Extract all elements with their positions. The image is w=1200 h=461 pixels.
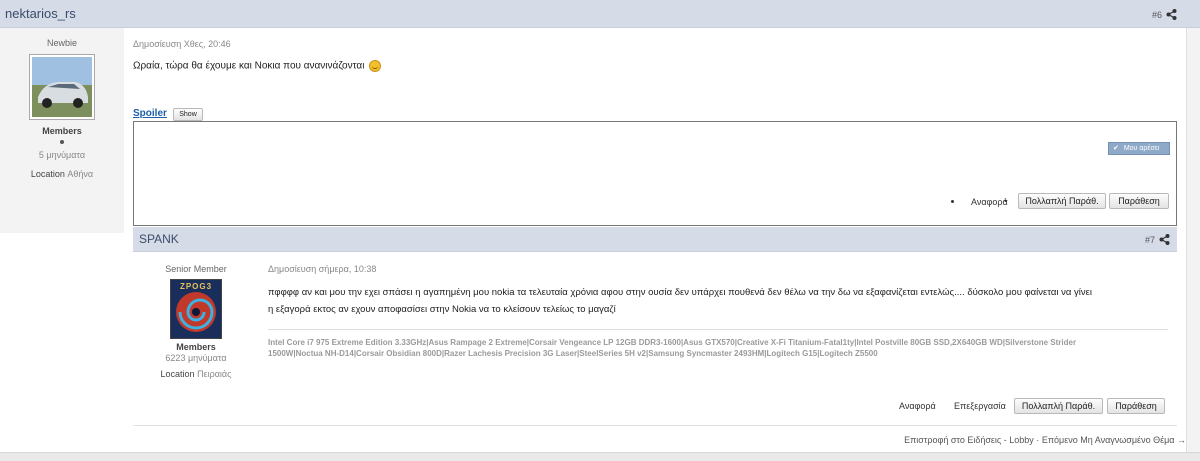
spoiler: Spoiler (133, 108, 167, 119)
arrow-right-icon: → (1177, 435, 1186, 445)
location-value: Αθήνα (67, 169, 94, 179)
post-text: Ωραία, τώρα θα έχουμε και Νοκια που αναν… (133, 60, 382, 72)
post-text-line: πφφφφ αν και μου την εχει σπάσει η αγαπη… (268, 287, 1092, 298)
location: Location Αθήνα (0, 169, 124, 179)
multiquote-button[interactable]: Πολλαπλή Παράθ. (1014, 398, 1103, 414)
signature-divider (268, 329, 1168, 330)
post-date: Δημοσίευση Χθες, 20:46 (133, 39, 231, 49)
member-group: Members (42, 126, 82, 136)
post-number[interactable]: #6 (1152, 10, 1162, 20)
signature-line: 1500W|Noctua NH-D14|Corsair Obsidian 800… (268, 349, 878, 358)
post-text: πφφφφ αν και μου την εχει σπάσει η αγαπη… (268, 284, 1173, 318)
avatar[interactable] (29, 54, 95, 120)
post-text-content: Ωραία, τώρα θα έχουμε και Νοκια που αναν… (133, 60, 365, 72)
spoiler-show-button[interactable]: Show (173, 108, 203, 121)
like-label: Μου αρέσει (1123, 145, 1160, 152)
post-date: Δημοσίευση σήμερα, 10:38 (268, 264, 377, 274)
multiquote-button[interactable]: Πολλαπλή Παράθ. (1018, 193, 1106, 209)
report-link[interactable]: Αναφορά (899, 401, 936, 411)
page-bottom-bar (0, 452, 1200, 461)
next-unread-link[interactable]: Επόμενο Μη Αναγνωσμένο Θέμα (1042, 435, 1175, 445)
share-icon[interactable] (1166, 9, 1177, 20)
post-divider (133, 425, 1177, 426)
location-label: Location (30, 169, 65, 179)
post-number[interactable]: #7 (1145, 235, 1155, 245)
author-info: Newbie Members 5 μηνύματα Location Αθήνα (0, 38, 124, 179)
post-header: nektarios_rs #6 (0, 0, 1200, 28)
report-link[interactable]: Αναφορά (971, 197, 1008, 207)
smiley-icon (369, 60, 382, 72)
location-label: Location (160, 369, 195, 379)
author-name[interactable]: nektarios_rs (5, 6, 76, 21)
back-to-forum-link[interactable]: Επιστροφή στο Ειδήσεις - Lobby (904, 435, 1034, 445)
location-value: Πειραιάς (197, 369, 232, 379)
avatar-text: ZPOG3 (179, 282, 213, 291)
member-group: Members (176, 342, 216, 352)
nav-separator: · (1036, 435, 1040, 445)
topic-navigation: Επιστροφή στο Ειδήσεις - Lobby · Επόμενο… (880, 435, 1186, 445)
location: Location Πειραιάς (133, 369, 259, 379)
like-button[interactable]: ✔ Μου αρέσει (1108, 142, 1170, 155)
quote-button[interactable]: Παράθεση (1109, 193, 1169, 209)
check-icon: ✔ (1113, 145, 1119, 152)
author-name[interactable]: SPANK (139, 232, 179, 246)
bullet-small: • (1004, 196, 1008, 206)
signature-line: Intel Core i7 975 Extreme Edition 3.33GH… (268, 338, 1077, 347)
post-count: 5 μηνύματα (38, 150, 86, 160)
spoiler-label: Spoiler (133, 108, 167, 119)
post-count: 6223 μηνύματα (165, 353, 227, 363)
member-rank: Senior Member (165, 264, 227, 274)
edit-link[interactable]: Επεξεργασία (954, 401, 1006, 411)
post-header: SPANK #7 (133, 227, 1177, 252)
author-info: Senior Member ZPOG3 Members 6223 μηνύματ… (133, 264, 259, 379)
member-rank: Newbie (46, 38, 77, 48)
online-dot (60, 140, 64, 144)
spoiler-box (133, 121, 1177, 226)
post-text-line: η εξαγορά εκτος αν εχουν αποφασίσει στην… (268, 304, 616, 315)
quote-button[interactable]: Παράθεση (1107, 398, 1165, 414)
bullet (951, 200, 954, 203)
signature: Intel Core i7 975 Extreme Edition 3.33GH… (268, 337, 1168, 359)
right-edge-strip (1186, 28, 1200, 452)
avatar[interactable]: ZPOG3 (170, 279, 222, 339)
share-icon[interactable] (1159, 234, 1170, 245)
